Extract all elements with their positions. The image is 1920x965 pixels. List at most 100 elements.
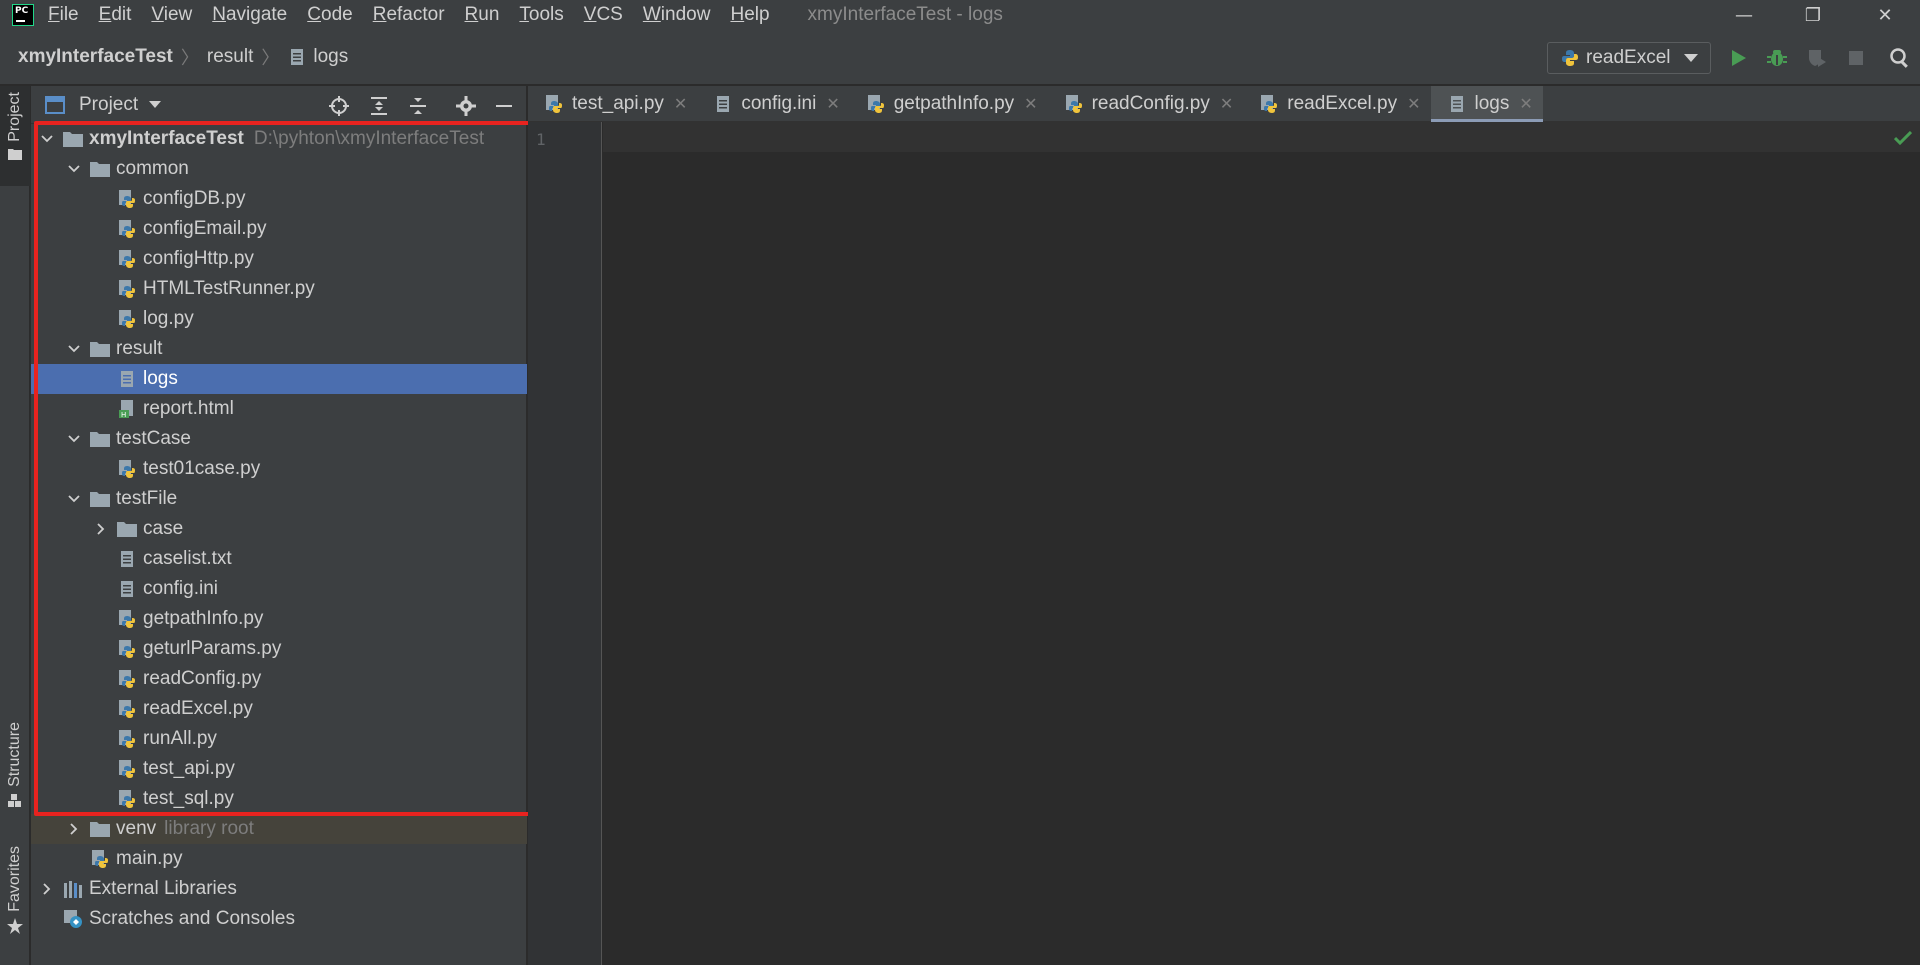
tree-item-file[interactable]: HTMLTestRunner.py: [31, 274, 527, 304]
settings-button[interactable]: [455, 95, 477, 117]
collapse-all-button[interactable]: [407, 95, 429, 117]
tree-item-file[interactable]: readExcel.py: [31, 694, 527, 724]
run-with-coverage-button[interactable]: [1803, 44, 1831, 72]
chevron-down-icon[interactable]: [66, 161, 82, 177]
debug-button[interactable]: [1763, 44, 1791, 72]
folder-icon: [90, 489, 110, 509]
maximize-button[interactable]: ❐: [1783, 0, 1843, 30]
close-icon[interactable]: ✕: [1024, 94, 1037, 114]
tree-item-folder[interactable]: case: [31, 514, 527, 544]
tree-item-file[interactable]: caselist.txt: [31, 544, 527, 574]
tree-item-folder-venv[interactable]: venv library root: [31, 814, 527, 844]
run-button[interactable]: [1724, 44, 1752, 72]
breadcrumb-project[interactable]: xmyInterfaceTest: [18, 46, 173, 68]
menu-view[interactable]: View: [151, 4, 192, 26]
menu-navigate[interactable]: Navigate: [212, 4, 287, 26]
tree-item-file[interactable]: configHttp.py: [31, 244, 527, 274]
tree-item-folder[interactable]: testFile: [31, 484, 527, 514]
gear-icon: [456, 96, 476, 116]
expand-all-button[interactable]: [368, 95, 390, 117]
tree-item-file[interactable]: H report.html: [31, 394, 527, 424]
tree-item-file[interactable]: test_api.py: [31, 754, 527, 784]
chevron-down-icon[interactable]: [66, 341, 82, 357]
python-file-icon: [117, 639, 137, 659]
tree-item-folder[interactable]: result: [31, 334, 527, 364]
python-file-icon: [117, 609, 137, 629]
text-file-icon: [117, 579, 137, 599]
inspection-ok-icon[interactable]: [1893, 130, 1913, 149]
project-panel-title[interactable]: Project: [79, 94, 138, 116]
navigation-bar: xmyInterfaceTest 〉 result 〉 logs readExc…: [0, 30, 1920, 85]
python-file-icon: [117, 669, 137, 689]
tree-item-file[interactable]: geturlParams.py: [31, 634, 527, 664]
tree-item-file[interactable]: main.py: [31, 844, 527, 874]
tree-item-file[interactable]: configDB.py: [31, 184, 527, 214]
search-everywhere-button[interactable]: [1886, 44, 1914, 72]
tree-item-scratches[interactable]: Scratches and Consoles: [31, 904, 527, 934]
menu-edit[interactable]: Edit: [99, 4, 132, 26]
folder-icon: [90, 339, 110, 359]
tab-readconfig-py[interactable]: readConfig.py ✕: [1048, 86, 1244, 122]
close-icon[interactable]: ✕: [1220, 94, 1233, 114]
shield-icon: [1809, 50, 1826, 67]
python-icon: [1560, 48, 1580, 68]
tree-item-file[interactable]: test_sql.py: [31, 784, 527, 814]
search-icon: [1890, 48, 1908, 68]
pycharm-logo-icon[interactable]: PC: [12, 4, 34, 26]
tree-item-file[interactable]: readConfig.py: [31, 664, 527, 694]
python-file-icon: [117, 219, 137, 239]
tree-item-file[interactable]: log.py: [31, 304, 527, 334]
breadcrumb-logs[interactable]: logs: [287, 46, 348, 68]
tree-item-folder[interactable]: common: [31, 154, 527, 184]
tab-getpathinfo-py[interactable]: getpathInfo.py ✕: [850, 86, 1048, 122]
chevron-down-icon[interactable]: [66, 431, 82, 447]
tree-item-file[interactable]: test01case.py: [31, 454, 527, 484]
tab-logs[interactable]: logs ✕: [1430, 86, 1544, 122]
tool-window-structure[interactable]: Structure: [0, 722, 30, 807]
tree-item-project-root[interactable]: xmyInterfaceTest D:\pyhton\xmyInterfaceT…: [31, 124, 527, 154]
chevron-right-icon[interactable]: [66, 821, 82, 837]
close-icon[interactable]: ✕: [826, 94, 839, 114]
close-icon[interactable]: ✕: [1519, 94, 1532, 114]
chevron-down-icon[interactable]: [66, 491, 82, 507]
close-icon[interactable]: ✕: [1407, 94, 1420, 114]
chevron-down-icon[interactable]: [39, 131, 55, 147]
stop-button[interactable]: [1842, 44, 1870, 72]
editor-area[interactable]: 1: [528, 122, 1920, 965]
python-file-icon: [117, 309, 137, 329]
run-configuration-select[interactable]: readExcel: [1547, 42, 1711, 74]
menu-file[interactable]: File: [48, 4, 79, 26]
tree-item-folder[interactable]: testCase: [31, 424, 527, 454]
menu-refactor[interactable]: Refactor: [373, 4, 445, 26]
python-file-icon: [117, 789, 137, 809]
close-icon[interactable]: ✕: [674, 94, 687, 114]
menu-help[interactable]: Help: [730, 4, 769, 26]
chevron-right-icon[interactable]: [93, 521, 109, 537]
tab-readexcel-py[interactable]: readExcel.py ✕: [1243, 86, 1430, 122]
menu-tools[interactable]: Tools: [519, 4, 563, 26]
tree-item-file[interactable]: configEmail.py: [31, 214, 527, 244]
tree-item-file-selected[interactable]: logs: [31, 364, 527, 394]
menu-window[interactable]: Window: [643, 4, 711, 26]
menu-code[interactable]: Code: [307, 4, 352, 26]
tab-config-ini[interactable]: config.ini ✕: [697, 86, 849, 122]
chevron-right-icon[interactable]: [39, 881, 55, 897]
libraries-icon: [63, 879, 83, 899]
menu-vcs[interactable]: VCS: [584, 4, 623, 26]
tree-item-external-libraries[interactable]: External Libraries: [31, 874, 527, 904]
close-button[interactable]: ✕: [1855, 0, 1915, 30]
current-line-highlight[interactable]: [603, 122, 1920, 152]
python-file-icon: [117, 459, 137, 479]
tool-window-project[interactable]: Project: [0, 86, 30, 186]
locate-file-button[interactable]: [328, 95, 350, 117]
tree-item-file[interactable]: runAll.py: [31, 724, 527, 754]
tool-window-favorites[interactable]: Favorites: [0, 846, 30, 934]
menu-run[interactable]: Run: [465, 4, 500, 26]
tab-test-api-py[interactable]: test_api.py ✕: [528, 86, 697, 122]
chevron-down-icon[interactable]: [148, 100, 162, 110]
breadcrumb-result[interactable]: result: [207, 46, 253, 68]
minimize-button[interactable]: —: [1714, 0, 1774, 30]
tree-item-file[interactable]: getpathInfo.py: [31, 604, 527, 634]
tree-item-file[interactable]: config.ini: [31, 574, 527, 604]
hide-panel-button[interactable]: [493, 95, 515, 117]
